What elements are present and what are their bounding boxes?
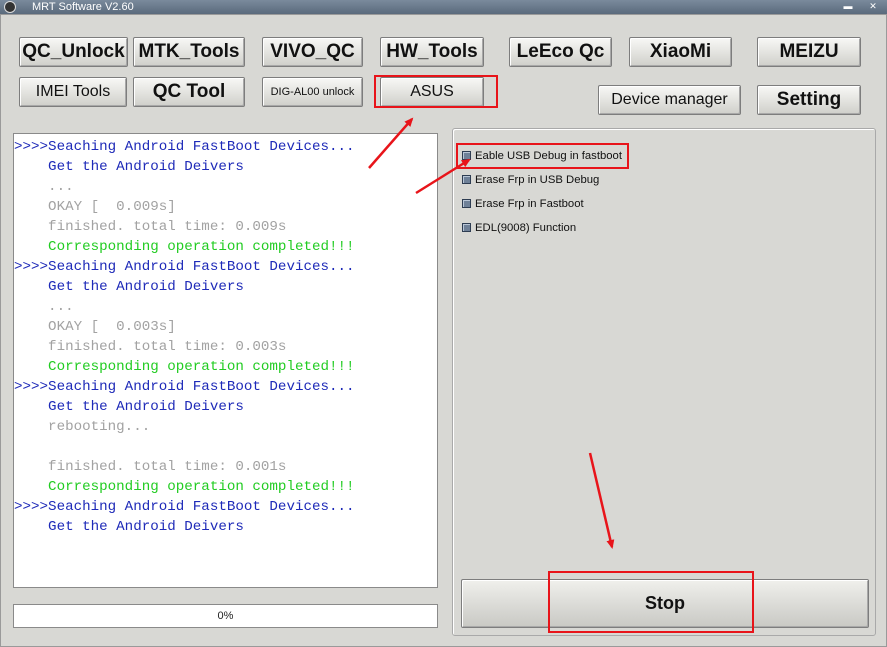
vivo-qc-button[interactable]: VIVO_QC: [262, 37, 363, 67]
log-line: Corresponding operation completed!!!: [14, 479, 355, 495]
meizu-button[interactable]: MEIZU: [757, 37, 861, 67]
log-line: Get the Android Deivers: [14, 159, 244, 175]
option-label: Erase Frp in USB Debug: [475, 174, 600, 186]
log-line: Get the Android Deivers: [14, 399, 244, 415]
imei-tools-button[interactable]: IMEI Tools: [19, 77, 127, 107]
setting-button[interactable]: Setting: [757, 85, 861, 115]
asus-button[interactable]: ASUS: [380, 77, 484, 107]
log-line: rebooting...: [14, 419, 151, 435]
log-output[interactable]: >>>>Seaching Android FastBoot Devices...…: [13, 133, 438, 588]
log-line: >>>>Seaching Android FastBoot Devices...: [14, 499, 355, 515]
title-bar: MRT Software V2.60 ▬ ✕: [0, 0, 887, 14]
progress-bar: 0%: [13, 604, 438, 628]
log-line: Get the Android Deivers: [14, 279, 244, 295]
option-label: EDL(9008) Function: [475, 222, 577, 234]
log-line: >>>>Seaching Android FastBoot Devices...: [14, 139, 355, 155]
option-label: Erase Frp in Fastboot: [475, 198, 584, 210]
qc-unlock-button[interactable]: QC_Unlock: [19, 37, 128, 67]
window-title: MRT Software V2.60: [32, 1, 134, 13]
log-line: Corresponding operation completed!!!: [14, 239, 355, 255]
close-button[interactable]: ✕: [867, 1, 879, 12]
progress-text: 0%: [217, 610, 234, 622]
log-line: ...: [14, 299, 74, 315]
dig-al00-unlock-button[interactable]: DIG-AL00 unlock: [262, 77, 363, 107]
log-line: finished. total time: 0.009s: [14, 219, 287, 235]
log-line: finished. total time: 0.001s: [14, 459, 287, 475]
log-line: >>>>Seaching Android FastBoot Devices...: [14, 259, 355, 275]
qc-tool-button[interactable]: QC Tool: [133, 77, 245, 107]
device-manager-button[interactable]: Device manager: [598, 85, 741, 115]
log-line: >>>>Seaching Android FastBoot Devices...: [14, 379, 355, 395]
stop-button[interactable]: Stop: [461, 579, 869, 628]
xiaomi-button[interactable]: XiaoMi: [629, 37, 732, 67]
minimize-button[interactable]: ▬: [842, 1, 854, 12]
hw-tools-button[interactable]: HW_Tools: [380, 37, 484, 67]
checkbox-icon[interactable]: [462, 223, 471, 232]
log-line: ...: [14, 179, 74, 195]
log-line: OKAY [ 0.009s]: [14, 199, 176, 215]
log-line: OKAY [ 0.003s]: [14, 319, 176, 335]
log-line: finished. total time: 0.003s: [14, 339, 287, 355]
log-line: Corresponding operation completed!!!: [14, 359, 355, 375]
checkbox-icon[interactable]: [462, 175, 471, 184]
option-label: Eable USB Debug in fastboot: [475, 150, 622, 162]
mtk-tools-button[interactable]: MTK_Tools: [133, 37, 245, 67]
leeco-qc-button[interactable]: LeEco Qc: [509, 37, 612, 67]
checkbox-icon[interactable]: [462, 151, 471, 160]
app-icon: [4, 1, 16, 13]
log-line: Get the Android Deivers: [14, 519, 244, 535]
checkbox-icon[interactable]: [462, 199, 471, 208]
